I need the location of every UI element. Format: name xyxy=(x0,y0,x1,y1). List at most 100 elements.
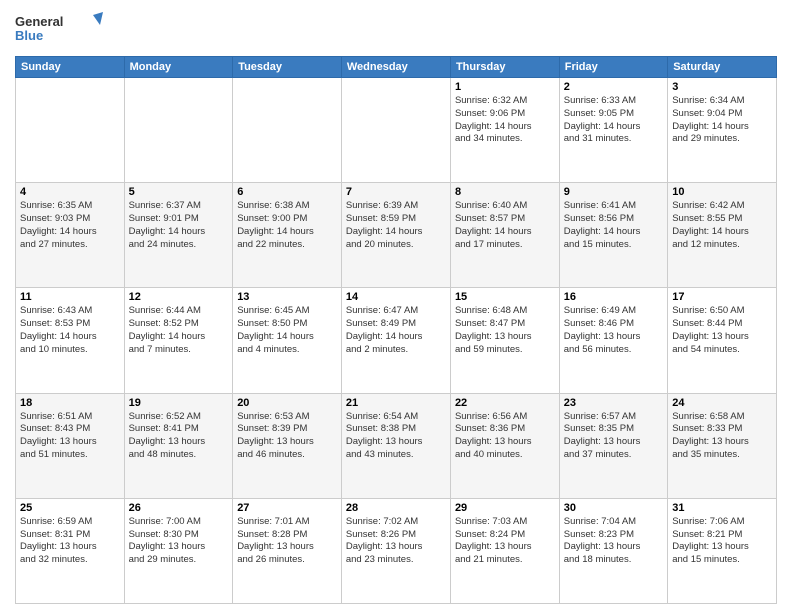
calendar-cell: 24Sunrise: 6:58 AMSunset: 8:33 PMDayligh… xyxy=(668,393,777,498)
page: General Blue SundayMondayTuesdayWednesda… xyxy=(0,0,792,612)
calendar-cell: 17Sunrise: 6:50 AMSunset: 8:44 PMDayligh… xyxy=(668,288,777,393)
calendar-cell: 25 Sunrise: 6:59 AMSunset: 8:31 PMDayligh… xyxy=(16,498,125,603)
day-info: Sunrise: 6:43 AMSunset: 8:53 PMDaylight:… xyxy=(20,305,120,356)
calendar-cell: 18 Sunrise: 6:51 AMSunset: 8:43 PMDayligh… xyxy=(16,393,125,498)
day-number: 12 xyxy=(129,291,229,303)
day-number: 25 xyxy=(20,502,120,514)
logo-svg: General Blue xyxy=(15,10,105,50)
day-number: 23 xyxy=(564,397,663,409)
day-info: Sunrise: 7:00 AMSunset: 8:30 PMDaylight:… xyxy=(129,516,229,567)
day-number: 13 xyxy=(237,291,337,303)
calendar-table: SundayMondayTuesdayWednesdayThursdayFrid… xyxy=(15,56,777,604)
calendar-cell: 29Sunrise: 7:03 AMSunset: 8:24 PMDayligh… xyxy=(450,498,559,603)
calendar-cell: 28 Sunrise: 7:02 AMSunset: 8:26 PMDayligh… xyxy=(341,498,450,603)
calendar-cell: 3Sunrise: 6:34 AMSunset: 9:04 PMDaylight… xyxy=(668,78,777,183)
day-info: Sunrise: 6:40 AMSunset: 8:57 PMDaylight:… xyxy=(455,200,555,251)
calendar-cell: 22 Sunrise: 6:56 AMSunset: 8:36 PMDayligh… xyxy=(450,393,559,498)
calendar-cell: 30 Sunrise: 7:04 AMSunset: 8:23 PMDayligh… xyxy=(559,498,667,603)
day-number: 4 xyxy=(20,186,120,198)
day-header-monday: Monday xyxy=(124,57,233,78)
day-number: 11 xyxy=(20,291,120,303)
calendar-cell: 21 Sunrise: 6:54 AMSunset: 8:38 PMDayligh… xyxy=(341,393,450,498)
day-info: Sunrise: 7:02 AMSunset: 8:26 PMDaylight:… xyxy=(346,516,446,567)
day-number: 28 xyxy=(346,502,446,514)
day-info: Sunrise: 6:32 AMSunset: 9:06 PMDaylight:… xyxy=(455,95,555,146)
calendar-cell: 2 Sunrise: 6:33 AMSunset: 9:05 PMDaylight… xyxy=(559,78,667,183)
calendar-cell: 14Sunrise: 6:47 AMSunset: 8:49 PMDayligh… xyxy=(341,288,450,393)
day-number: 21 xyxy=(346,397,446,409)
day-info: Sunrise: 6:58 AMSunset: 8:33 PMDaylight:… xyxy=(672,411,772,462)
logo: General Blue xyxy=(15,10,105,50)
day-number: 16 xyxy=(564,291,663,303)
day-number: 15 xyxy=(455,291,555,303)
day-number: 7 xyxy=(346,186,446,198)
day-number: 31 xyxy=(672,502,772,514)
calendar-cell: 6Sunrise: 6:38 AMSunset: 9:00 PMDaylight… xyxy=(233,183,342,288)
day-number: 26 xyxy=(129,502,229,514)
day-number: 29 xyxy=(455,502,555,514)
calendar-cell: 15 Sunrise: 6:48 AMSunset: 8:47 PMDayligh… xyxy=(450,288,559,393)
week-row-2: 4 Sunrise: 6:35 AMSunset: 9:03 PMDaylight… xyxy=(16,183,777,288)
day-info: Sunrise: 6:53 AMSunset: 8:39 PMDaylight:… xyxy=(237,411,337,462)
day-info: Sunrise: 6:34 AMSunset: 9:04 PMDaylight:… xyxy=(672,95,772,146)
week-row-3: 11 Sunrise: 6:43 AMSunset: 8:53 PMDayligh… xyxy=(16,288,777,393)
day-info: Sunrise: 6:44 AMSunset: 8:52 PMDaylight:… xyxy=(129,305,229,356)
svg-text:Blue: Blue xyxy=(15,28,43,43)
calendar-cell: 10Sunrise: 6:42 AMSunset: 8:55 PMDayligh… xyxy=(668,183,777,288)
day-info: Sunrise: 6:48 AMSunset: 8:47 PMDaylight:… xyxy=(455,305,555,356)
day-number: 18 xyxy=(20,397,120,409)
calendar-cell: 7 Sunrise: 6:39 AMSunset: 8:59 PMDaylight… xyxy=(341,183,450,288)
day-info: Sunrise: 6:59 AMSunset: 8:31 PMDaylight:… xyxy=(20,516,120,567)
calendar-cell: 8 Sunrise: 6:40 AMSunset: 8:57 PMDaylight… xyxy=(450,183,559,288)
calendar-cell xyxy=(124,78,233,183)
day-number: 9 xyxy=(564,186,663,198)
week-row-5: 25 Sunrise: 6:59 AMSunset: 8:31 PMDayligh… xyxy=(16,498,777,603)
day-info: Sunrise: 6:49 AMSunset: 8:46 PMDaylight:… xyxy=(564,305,663,356)
day-number: 19 xyxy=(129,397,229,409)
day-info: Sunrise: 6:56 AMSunset: 8:36 PMDaylight:… xyxy=(455,411,555,462)
week-row-1: 1 Sunrise: 6:32 AMSunset: 9:06 PMDaylight… xyxy=(16,78,777,183)
day-info: Sunrise: 6:51 AMSunset: 8:43 PMDaylight:… xyxy=(20,411,120,462)
day-header-saturday: Saturday xyxy=(668,57,777,78)
day-number: 22 xyxy=(455,397,555,409)
day-info: Sunrise: 6:52 AMSunset: 8:41 PMDaylight:… xyxy=(129,411,229,462)
day-header-wednesday: Wednesday xyxy=(341,57,450,78)
day-info: Sunrise: 7:04 AMSunset: 8:23 PMDaylight:… xyxy=(564,516,663,567)
day-info: Sunrise: 6:37 AMSunset: 9:01 PMDaylight:… xyxy=(129,200,229,251)
day-info: Sunrise: 7:06 AMSunset: 8:21 PMDaylight:… xyxy=(672,516,772,567)
day-info: Sunrise: 6:47 AMSunset: 8:49 PMDaylight:… xyxy=(346,305,446,356)
calendar-cell: 19 Sunrise: 6:52 AMSunset: 8:41 PMDayligh… xyxy=(124,393,233,498)
calendar-cell: 1 Sunrise: 6:32 AMSunset: 9:06 PMDaylight… xyxy=(450,78,559,183)
day-header-thursday: Thursday xyxy=(450,57,559,78)
header: General Blue xyxy=(15,10,777,50)
calendar-cell: 26 Sunrise: 7:00 AMSunset: 8:30 PMDayligh… xyxy=(124,498,233,603)
day-header-sunday: Sunday xyxy=(16,57,125,78)
day-number: 27 xyxy=(237,502,337,514)
calendar-cell: 12 Sunrise: 6:44 AMSunset: 8:52 PMDayligh… xyxy=(124,288,233,393)
day-info: Sunrise: 6:42 AMSunset: 8:55 PMDaylight:… xyxy=(672,200,772,251)
calendar-cell: 31 Sunrise: 7:06 AMSunset: 8:21 PMDayligh… xyxy=(668,498,777,603)
svg-text:General: General xyxy=(15,14,63,29)
calendar-cell: 9 Sunrise: 6:41 AMSunset: 8:56 PMDaylight… xyxy=(559,183,667,288)
calendar-cell: 27 Sunrise: 7:01 AMSunset: 8:28 PMDayligh… xyxy=(233,498,342,603)
day-number: 1 xyxy=(455,81,555,93)
calendar-cell: 16 Sunrise: 6:49 AMSunset: 8:46 PMDayligh… xyxy=(559,288,667,393)
calendar-cell: 4 Sunrise: 6:35 AMSunset: 9:03 PMDaylight… xyxy=(16,183,125,288)
day-info: Sunrise: 6:39 AMSunset: 8:59 PMDaylight:… xyxy=(346,200,446,251)
calendar-cell: 23 Sunrise: 6:57 AMSunset: 8:35 PMDayligh… xyxy=(559,393,667,498)
day-info: Sunrise: 6:33 AMSunset: 9:05 PMDaylight:… xyxy=(564,95,663,146)
day-number: 17 xyxy=(672,291,772,303)
calendar-cell xyxy=(341,78,450,183)
day-number: 30 xyxy=(564,502,663,514)
day-info: Sunrise: 6:54 AMSunset: 8:38 PMDaylight:… xyxy=(346,411,446,462)
day-info: Sunrise: 6:57 AMSunset: 8:35 PMDaylight:… xyxy=(564,411,663,462)
day-info: Sunrise: 6:35 AMSunset: 9:03 PMDaylight:… xyxy=(20,200,120,251)
day-info: Sunrise: 6:41 AMSunset: 8:56 PMDaylight:… xyxy=(564,200,663,251)
calendar-cell xyxy=(16,78,125,183)
day-number: 5 xyxy=(129,186,229,198)
day-info: Sunrise: 7:01 AMSunset: 8:28 PMDaylight:… xyxy=(237,516,337,567)
day-number: 2 xyxy=(564,81,663,93)
day-number: 8 xyxy=(455,186,555,198)
calendar-cell: 5 Sunrise: 6:37 AMSunset: 9:01 PMDaylight… xyxy=(124,183,233,288)
day-header-friday: Friday xyxy=(559,57,667,78)
